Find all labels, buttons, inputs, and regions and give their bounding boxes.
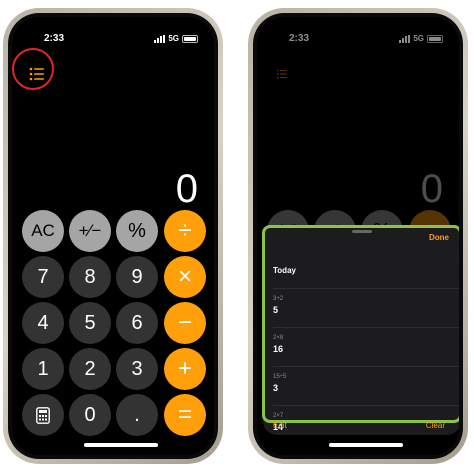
battery-icon bbox=[182, 34, 198, 43]
calc-key[interactable]: 1 bbox=[22, 348, 64, 390]
highlight-frame bbox=[262, 225, 459, 423]
status-bar: 2:33 5G bbox=[12, 30, 214, 48]
calc-key[interactable]: × bbox=[164, 256, 206, 298]
calc-key[interactable]: 2 bbox=[69, 348, 111, 390]
calc-key[interactable]: . bbox=[116, 394, 158, 436]
clear-button[interactable]: Clear bbox=[426, 421, 445, 430]
calc-key[interactable]: 9 bbox=[116, 256, 158, 298]
network-label: 5G bbox=[168, 34, 179, 43]
home-indicator[interactable] bbox=[84, 443, 158, 447]
right-phone: 2:33 5G 0 AC+⁄−%÷ Done bbox=[248, 8, 468, 464]
left-phone: 2:33 5G 0 AC +⁄−% ÷ 7 8 9 × 4 5 6− 1 2 3 +0. = bbox=[3, 8, 223, 464]
calc-key[interactable]: ÷ bbox=[164, 210, 206, 252]
home-indicator[interactable] bbox=[329, 443, 403, 447]
phone-bezel: 2:33 5G 0 AC +⁄−% ÷ 7 8 9 × 4 5 6− 1 2 3 +0. = bbox=[8, 13, 218, 459]
calc-key[interactable]: + bbox=[164, 348, 206, 390]
calc-key[interactable]: 3 bbox=[116, 348, 158, 390]
calc-key[interactable]: 4 bbox=[22, 302, 64, 344]
dynamic-island bbox=[94, 30, 150, 48]
phone-bezel: 2:33 5G 0 AC+⁄−%÷ Done bbox=[253, 13, 463, 459]
calculator-screen: 2:33 5G 0 AC+⁄−%÷ Done bbox=[257, 17, 459, 455]
edit-button[interactable]: Edit bbox=[273, 421, 287, 430]
calc-key[interactable]: % bbox=[116, 210, 158, 252]
calc-key[interactable]: − bbox=[164, 302, 206, 344]
calculator-icon bbox=[36, 406, 50, 424]
calc-key[interactable]: 6 bbox=[116, 302, 158, 344]
calc-key[interactable]: 7 bbox=[22, 256, 64, 298]
calc-key[interactable]: 0 bbox=[69, 394, 111, 436]
calc-key[interactable]: 8 bbox=[69, 256, 111, 298]
status-time: 2:33 bbox=[44, 33, 65, 44]
calc-key[interactable]: = bbox=[164, 394, 206, 436]
signal-icon bbox=[154, 34, 166, 43]
result-display: 0 bbox=[175, 167, 198, 211]
history-toolbar: Edit Clear bbox=[257, 421, 459, 433]
status-right: 5G bbox=[154, 34, 198, 43]
calc-key[interactable]: 5 bbox=[69, 302, 111, 344]
calculator-mode-button[interactable] bbox=[22, 394, 64, 436]
calc-key[interactable]: +⁄− bbox=[69, 210, 111, 252]
calc-key[interactable]: AC bbox=[22, 210, 64, 252]
highlight-circle bbox=[12, 48, 54, 90]
calculator-screen: 2:33 5G 0 AC +⁄−% ÷ 7 8 9 × 4 5 6− 1 2 3 +0. = bbox=[12, 17, 214, 455]
